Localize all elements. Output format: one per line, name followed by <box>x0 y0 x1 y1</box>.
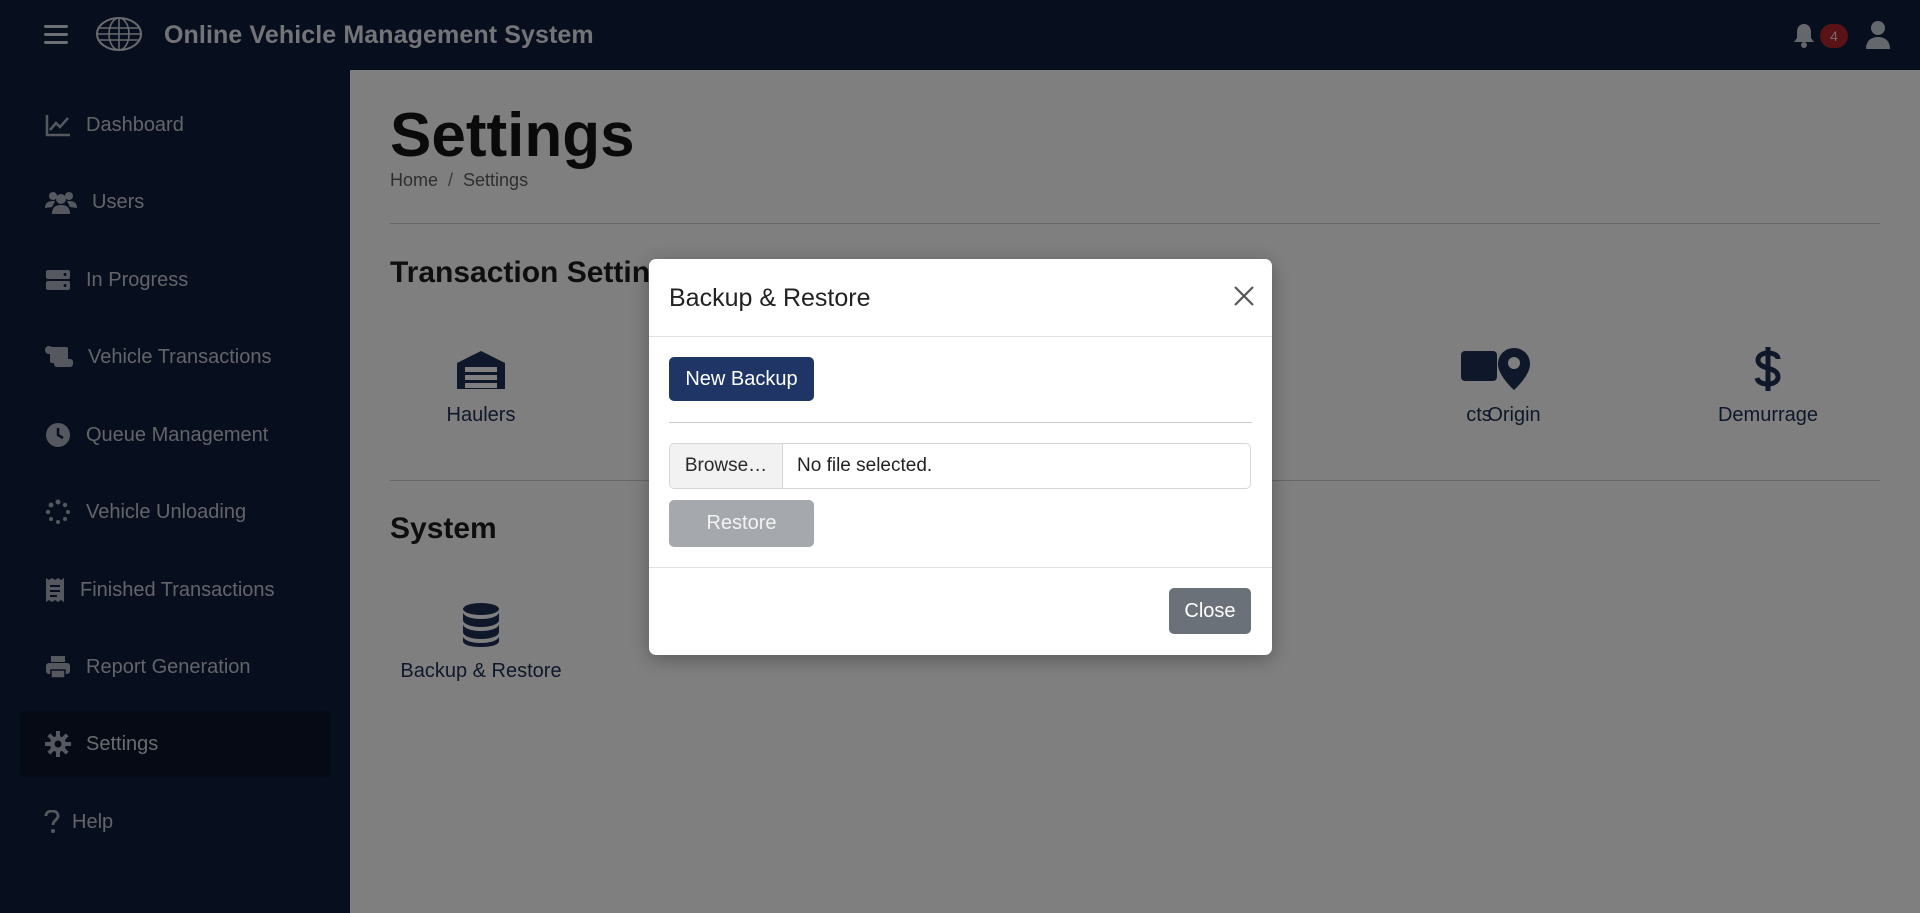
restore-file-input[interactable]: Browse… No file selected. <box>669 443 1251 489</box>
modal-title: Backup & Restore <box>669 284 871 312</box>
close-button[interactable]: Close <box>1169 588 1251 634</box>
modal-footer-divider <box>649 567 1272 568</box>
new-backup-button[interactable]: New Backup <box>669 357 814 401</box>
close-icon[interactable] <box>1229 281 1259 311</box>
restore-button[interactable]: Restore <box>669 500 814 547</box>
modal-header: Backup & Restore <box>649 259 1272 337</box>
modal-divider <box>669 422 1252 423</box>
file-status-text: No file selected. <box>797 455 933 476</box>
backup-restore-modal: Backup & Restore New Backup Browse… No f… <box>649 259 1272 655</box>
browse-button[interactable]: Browse… <box>670 444 783 488</box>
